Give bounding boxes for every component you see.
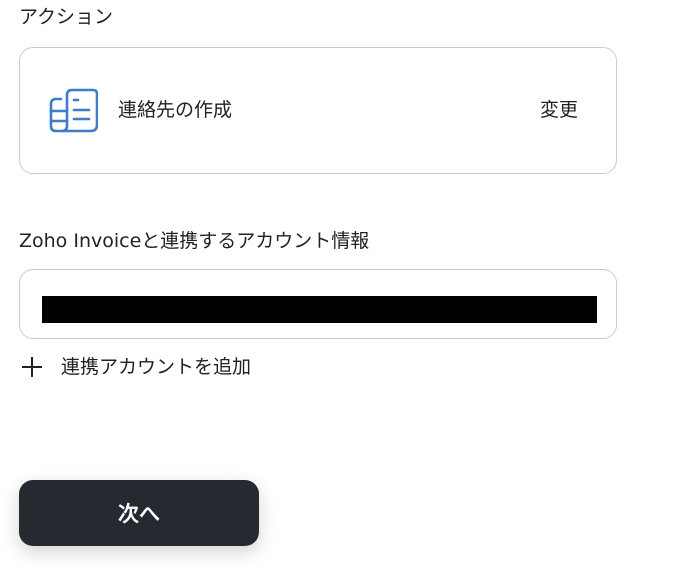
action-card: 連絡先の作成 変更 bbox=[19, 47, 617, 174]
page: アクション 連絡先の作成 変更 Zoho Invoiceと連携するアカウント情報… bbox=[0, 0, 696, 568]
action-section-label: アクション bbox=[19, 6, 114, 28]
next-button[interactable]: 次へ bbox=[19, 480, 259, 546]
change-action-link[interactable]: 変更 bbox=[540, 97, 578, 123]
add-account-link[interactable]: 連携アカウントを追加 bbox=[22, 353, 251, 381]
plus-icon bbox=[22, 357, 42, 377]
contact-card-icon bbox=[49, 88, 98, 133]
action-name: 連絡先の作成 bbox=[118, 99, 233, 121]
redacted-account-value bbox=[42, 296, 597, 323]
add-account-label: 連携アカウントを追加 bbox=[61, 356, 252, 378]
account-select[interactable] bbox=[19, 269, 617, 339]
account-section-label: Zoho Invoiceと連携するアカウント情報 bbox=[19, 230, 370, 252]
